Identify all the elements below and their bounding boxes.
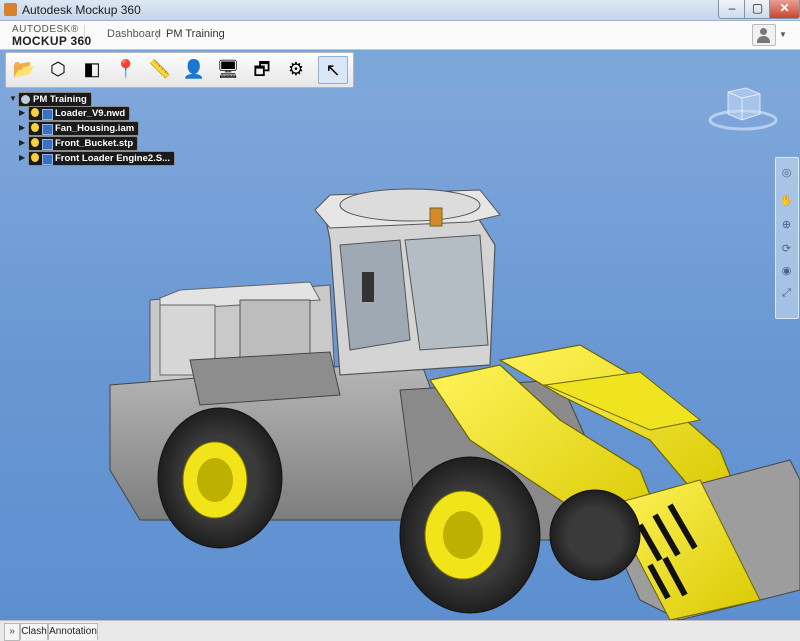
fit-icon[interactable]: ⤢ xyxy=(779,286,794,301)
breadcrumb-separator: 〉 xyxy=(155,30,166,42)
maximize-button[interactable]: ▢ xyxy=(744,0,771,19)
zoom-icon[interactable]: ⊕ xyxy=(779,218,794,233)
model-icon xyxy=(42,139,53,150)
bottom-panel-bar: » Clash Annotation xyxy=(0,620,800,641)
close-button[interactable]: ✕ xyxy=(769,0,800,19)
main-toolbar: 📂 ⬡ ◧ 📍 📏 👤 🖥 🗗 ⚙ ↖ xyxy=(5,52,354,88)
expand-icon[interactable]: ▶ xyxy=(19,138,25,147)
tree-root[interactable]: PM Training xyxy=(18,92,92,107)
look-icon[interactable]: ◉ xyxy=(779,264,794,279)
settings-icon[interactable]: ⚙ xyxy=(282,56,310,82)
minimize-button[interactable]: – xyxy=(718,0,746,19)
window-title: Autodesk Mockup 360 xyxy=(22,3,141,17)
visibility-bulb-icon[interactable] xyxy=(31,138,39,147)
chevron-down-icon[interactable]: ▼ xyxy=(779,30,787,39)
walkthrough-icon[interactable]: 👤 xyxy=(180,56,208,82)
steering-wheel-icon[interactable]: ◎ xyxy=(779,166,794,181)
viewcube-icon[interactable] xyxy=(708,80,778,132)
expand-panel-button[interactable]: » xyxy=(4,623,20,641)
tree-item[interactable]: Front_Bucket.stp xyxy=(28,136,139,151)
tree-item[interactable]: Front Loader Engine2.S... xyxy=(28,151,176,166)
expand-icon[interactable]: ▶ xyxy=(19,108,25,117)
header-divider xyxy=(84,25,85,45)
loader-model[interactable] xyxy=(0,88,800,620)
presenter-icon[interactable]: 🖥 xyxy=(214,56,242,82)
tab-clash[interactable]: Clash xyxy=(20,623,48,640)
model-icon xyxy=(42,154,53,165)
tree-root-label: PM Training xyxy=(33,94,87,105)
user-icon xyxy=(760,28,767,35)
select-icon[interactable]: ↖ xyxy=(318,56,348,84)
app-header: AUTODESK® MOCKUP 360 Dashboard 〉 PM Trai… xyxy=(0,21,800,50)
pan-icon[interactable]: ✋ xyxy=(779,194,794,209)
tree-item-label: Loader_V9.nwd xyxy=(55,108,126,119)
model-icon xyxy=(42,109,53,120)
section-icon[interactable]: ◧ xyxy=(78,56,106,82)
expand-icon[interactable]: ▶ xyxy=(19,123,25,132)
tree-item-label: Fan_Housing.iam xyxy=(55,123,135,134)
tab-annotation[interactable]: Annotation xyxy=(48,623,98,640)
navigation-bar: ◎ ✋ ⊕ ⟳ ◉ ⤢ xyxy=(775,157,799,319)
visibility-bulb-icon[interactable] xyxy=(31,153,39,162)
folder-icon xyxy=(21,95,30,104)
user-menu-button[interactable] xyxy=(752,24,776,46)
brand-logo[interactable]: MOCKUP 360 xyxy=(12,34,91,48)
markup-icon[interactable]: 📍 xyxy=(112,56,140,82)
tree-item-label: Front_Bucket.stp xyxy=(55,138,134,149)
tree-item[interactable]: Loader_V9.nwd xyxy=(28,106,131,121)
collapse-icon[interactable]: ▼ xyxy=(9,94,17,103)
visibility-bulb-icon[interactable] xyxy=(31,108,39,117)
window-titlebar: Autodesk Mockup 360 – ▢ ✕ xyxy=(0,0,800,21)
3d-viewport[interactable] xyxy=(0,88,800,620)
tree-item-label: Front Loader Engine2.S... xyxy=(55,153,171,164)
open-icon[interactable]: 📂 xyxy=(10,56,38,82)
measure-icon[interactable]: 📏 xyxy=(146,56,174,82)
breadcrumb-dashboard[interactable]: Dashboard xyxy=(107,28,161,40)
tree-item[interactable]: Fan_Housing.iam xyxy=(28,121,140,136)
visibility-bulb-icon[interactable] xyxy=(31,123,39,132)
model-icon xyxy=(42,124,53,135)
user-icon-body xyxy=(757,36,770,43)
orbit-nav-icon[interactable]: ⟳ xyxy=(779,242,794,257)
app-icon xyxy=(4,3,17,16)
views-icon[interactable]: 🗗 xyxy=(248,56,276,82)
expand-icon[interactable]: ▶ xyxy=(19,153,25,162)
orbit-icon[interactable]: ⬡ xyxy=(44,56,72,82)
breadcrumb-current: PM Training xyxy=(166,28,225,40)
